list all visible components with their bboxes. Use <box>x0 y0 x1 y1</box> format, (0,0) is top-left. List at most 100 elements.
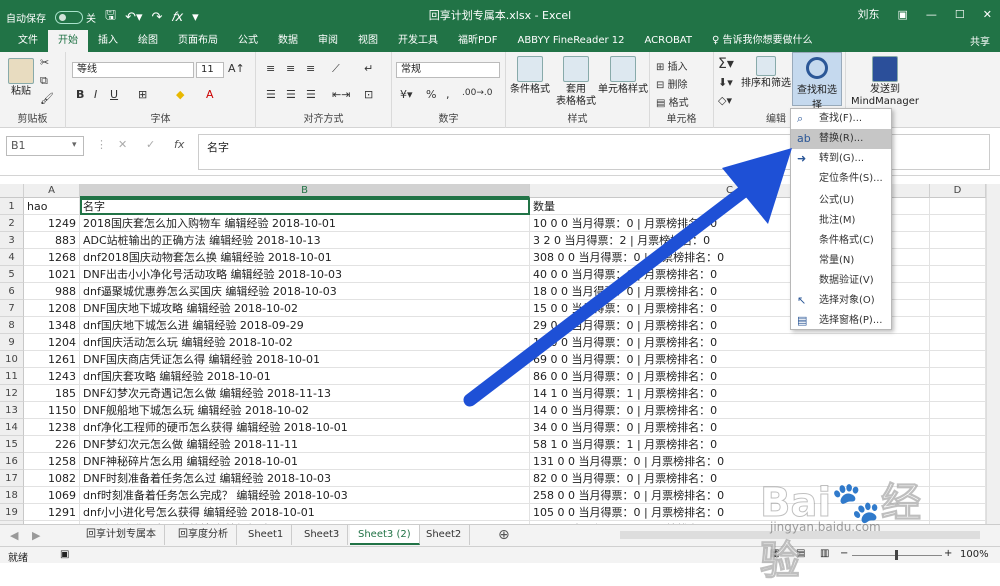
cell-b[interactable]: dnf净化工程师的硬币怎么获得 编辑经验 2018-10-01 <box>80 419 530 436</box>
delete-cells-button[interactable]: ⊟ 删除 <box>656 76 688 91</box>
paste-button[interactable]: 粘贴 <box>6 58 36 98</box>
cell-b[interactable]: dnf国庆套攻略 编辑经验 2018-10-01 <box>80 368 530 385</box>
align-middle-icon[interactable]: ≡ <box>286 62 295 75</box>
cell-c[interactable]: 131 0 0 当月得票：0 | 月票榜排名：0 <box>530 453 930 470</box>
col-header-a[interactable]: A <box>24 184 80 198</box>
cell-b[interactable]: dnf逼聚城优惠券怎么买国庆 编辑经验 2018-10-03 <box>80 283 530 300</box>
sheet-tab[interactable]: Sheet3 <box>296 525 349 545</box>
cell-d[interactable] <box>930 368 986 385</box>
cell-b[interactable]: DNF国庆商店凭证怎么得 编辑经验 2018-10-01 <box>80 351 530 368</box>
align-right-icon[interactable]: ☰ <box>306 88 316 101</box>
insert-cells-button[interactable]: ⊞ 插入 <box>656 58 688 73</box>
select-all-corner[interactable] <box>0 184 24 198</box>
conditional-format-button[interactable]: 条件格式 <box>508 56 552 96</box>
align-bottom-icon[interactable]: ≡ <box>306 62 315 75</box>
menu-item[interactable]: ➜ 转到(G)... <box>791 149 891 169</box>
bold-icon[interactable]: B <box>76 88 84 101</box>
cell-b[interactable]: 2018国庆套怎么加入购物车 编辑经验 2018-10-01 <box>80 215 530 232</box>
cell-a[interactable]: 1348 <box>24 317 80 334</box>
sheet-tab[interactable]: Sheet1 <box>240 525 293 545</box>
row-header[interactable]: 3 <box>0 232 24 249</box>
cell-a[interactable]: 1268 <box>24 249 80 266</box>
menu-item[interactable]: 定位条件(S)... <box>791 169 891 189</box>
cell-d[interactable] <box>930 300 986 317</box>
row-header[interactable]: 1 <box>0 198 24 215</box>
copy-icon[interactable]: ⧉ <box>40 74 48 88</box>
cell-b[interactable]: DNF幻梦次元奇遇记怎么做 编辑经验 2018-11-13 <box>80 385 530 402</box>
percent-icon[interactable]: % <box>426 88 436 101</box>
vertical-scrollbar[interactable] <box>986 184 1000 524</box>
tab-2[interactable]: 插入 <box>88 30 128 52</box>
cancel-icon[interactable]: ✕ <box>118 138 127 151</box>
format-cells-button[interactable]: ▤ 格式 <box>656 94 689 109</box>
cell-a[interactable]: 1208 <box>24 300 80 317</box>
row-header[interactable]: 13 <box>0 402 24 419</box>
minimize-icon[interactable]: — <box>926 8 937 21</box>
maximize-icon[interactable]: ☐ <box>955 8 965 21</box>
cell-d[interactable] <box>930 453 986 470</box>
menu-item[interactable]: ↖ 选择对象(O) <box>791 291 891 311</box>
row-header[interactable]: 7 <box>0 300 24 317</box>
cell-d[interactable] <box>930 283 986 300</box>
font-color-icon[interactable]: A <box>206 88 214 101</box>
row-header[interactable]: 19 <box>0 504 24 521</box>
cell-a[interactable]: 1261 <box>24 351 80 368</box>
enter-icon[interactable]: ✓ <box>146 138 155 151</box>
number-format-select[interactable]: 常规 <box>396 62 500 78</box>
cell-b[interactable]: DNF出击小小净化号活动攻略 编辑经验 2018-10-03 <box>80 266 530 283</box>
cell-c[interactable]: 69 0 0 当月得票：0 | 月票榜排名：0 <box>530 351 930 368</box>
cell-a[interactable]: 1249 <box>24 215 80 232</box>
cell-c[interactable]: 34 0 0 当月得票：0 | 月票榜排名：0 <box>530 419 930 436</box>
cell-b[interactable]: DNF神秘碎片怎么用 编辑经验 2018-10-01 <box>80 453 530 470</box>
row-header[interactable]: 17 <box>0 470 24 487</box>
tab-1[interactable]: 开始 <box>48 30 88 52</box>
menu-item[interactable]: 常量(N) <box>791 251 891 271</box>
menu-item[interactable]: ▤ 选择窗格(P)... <box>791 311 891 331</box>
align-top-icon[interactable]: ≡ <box>266 62 275 75</box>
decimal-icon[interactable]: .00→.0 <box>462 88 492 98</box>
name-box-dropdown-icon[interactable]: ▾ <box>72 140 77 150</box>
font-size-select[interactable]: 11 <box>196 62 224 78</box>
indent-icon[interactable]: ⇤⇥ <box>332 88 350 101</box>
tab-3[interactable]: 绘图 <box>128 30 168 52</box>
tab-5[interactable]: 公式 <box>228 30 268 52</box>
tab-0[interactable]: 文件 <box>8 30 48 52</box>
cell-d[interactable] <box>930 436 986 453</box>
tab-9[interactable]: 开发工具 <box>388 30 448 52</box>
autosum-icon[interactable]: Σ▾ <box>718 56 734 72</box>
comma-icon[interactable]: , <box>446 88 450 101</box>
row-header[interactable]: 5 <box>0 266 24 283</box>
wrap-text-icon[interactable]: ↵ <box>364 62 373 75</box>
clear-icon[interactable]: ◇▾ <box>718 94 732 107</box>
zoom-level[interactable]: 100% <box>960 549 989 560</box>
cell-a[interactable]: hao <box>24 198 80 215</box>
row-header[interactable]: 8 <box>0 317 24 334</box>
tab-10[interactable]: 福昕PDF <box>448 30 507 52</box>
send-mindmanager-button[interactable]: 发送到 MindManager <box>850 56 920 108</box>
cell-b[interactable]: dnf小小进化号怎么获得 编辑经验 2018-10-01 <box>80 504 530 521</box>
row-header[interactable]: 4 <box>0 249 24 266</box>
tab-6[interactable]: 数据 <box>268 30 308 52</box>
row-header[interactable]: 11 <box>0 368 24 385</box>
cell-c[interactable]: 14 0 0 当月得票：0 | 月票榜排名：0 <box>530 402 930 419</box>
find-select-button[interactable]: 查找和选择 <box>792 52 842 111</box>
tab-11[interactable]: ABBYY FineReader 12 <box>507 30 634 52</box>
cell-d[interactable] <box>930 402 986 419</box>
cell-b[interactable]: dnf时刻准备着任务怎么完成？ 编辑经验 2018-10-03 <box>80 487 530 504</box>
cell-d[interactable] <box>930 198 986 215</box>
cell-a[interactable]: 1291 <box>24 504 80 521</box>
border-icon[interactable]: ⊞ <box>138 88 147 101</box>
fill-icon[interactable]: ⬇▾ <box>718 76 733 89</box>
cell-b[interactable]: DNF梦幻次元怎么做 编辑经验 2018-11-11 <box>80 436 530 453</box>
sheet-tab[interactable]: Sheet2 <box>418 525 471 545</box>
cell-d[interactable] <box>930 385 986 402</box>
cell-c[interactable]: 14 1 0 当月得票：1 | 月票榜排名：0 <box>530 385 930 402</box>
row-header[interactable]: 10 <box>0 351 24 368</box>
tab-13[interactable]: ♀ 告诉我你想要做什么 <box>702 30 823 52</box>
cell-a[interactable]: 883 <box>24 232 80 249</box>
cell-a[interactable]: 1243 <box>24 368 80 385</box>
add-sheet-icon[interactable]: ⊕ <box>498 527 510 543</box>
row-header[interactable]: 14 <box>0 419 24 436</box>
row-header[interactable]: 12 <box>0 385 24 402</box>
orientation-icon[interactable]: ⟋ <box>332 62 340 76</box>
